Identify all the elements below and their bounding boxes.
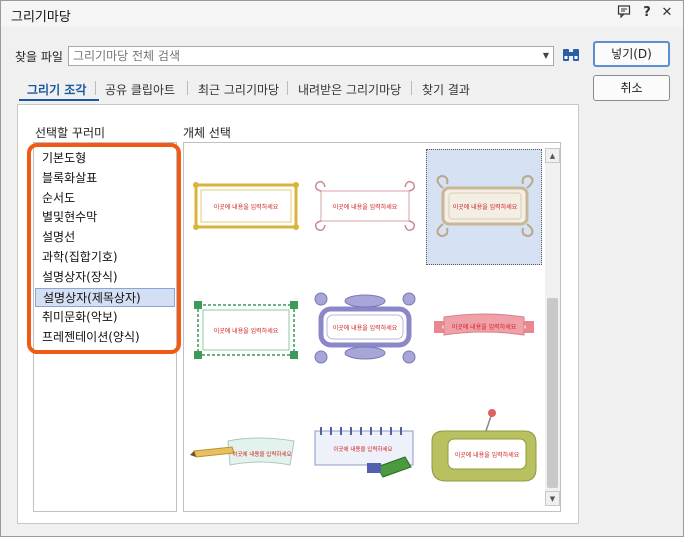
help-icon[interactable]: ? [638,4,656,22]
list-item-selected[interactable]: 설명상자(제목상자) [35,288,175,307]
comment-icon[interactable] [615,4,633,22]
window-title: 그리기마당 [11,10,71,25]
thumb-pink-ribbon[interactable]: 이곳에 내용을 입력하세요 [426,269,542,385]
thumb-pink-scroll[interactable]: 이곳에 내용을 입력하세요 [307,149,423,265]
list-item[interactable]: 과학(집합기호) [42,248,118,267]
dialog-window: 그리기마당 ? ✕ 찾을 파일 ▼ 넣기(D) 취소 그리기 조각 공유 클립아… [0,0,684,537]
list-item[interactable]: 프레젠테이션(양식) [42,328,140,347]
list-item[interactable]: 블록화살표 [42,169,97,188]
search-input[interactable] [69,47,535,65]
tab-divider [187,81,188,95]
cancel-button[interactable]: 취소 [593,75,670,101]
list-item[interactable]: 설명상자(장식) [42,268,118,287]
thumb-gold-frame[interactable]: 이곳에 내용을 입력하세요 [188,149,304,265]
thumb-text: 이곳에 내용을 입력하세요 [333,324,398,332]
category-list[interactable]: 기본도형 블록화살표 순서도 별및현수막 설명선 과학(집합기호) 설명상자(장… [33,142,177,512]
list-item[interactable]: 설명선 [42,228,75,247]
list-item[interactable]: 취미문화(악보) [42,308,118,327]
tab-divider [287,81,288,95]
close-icon[interactable]: ✕ [658,4,676,22]
thumb-text: 이곳에 내용을 입력하세요 [453,203,518,211]
scroll-down-arrow[interactable]: ▼ [545,491,560,506]
search-label: 찾을 파일 [15,50,63,64]
thumb-pencil-banner[interactable]: 이곳에 내용을 입력하세요 [188,391,304,507]
tab-divider [411,81,412,95]
thumb-notepad-crayon[interactable]: 이곳에 내용을 입력하세요 [307,391,423,507]
thumb-text: 이곳에 내용을 입력하세요 [214,327,279,335]
object-section-label: 개체 선택 [183,126,231,140]
binoculars-icon[interactable] [561,45,581,65]
list-item[interactable]: 순서도 [42,189,75,208]
scroll-up-arrow[interactable]: ▲ [545,148,560,163]
list-item[interactable]: 별및현수막 [42,208,97,227]
category-section-label: 선택할 꾸러미 [35,126,106,140]
thumb-text: 이곳에 내용을 입력하세요 [232,450,291,458]
title-bar: 그리기마당 ? ✕ [1,1,683,27]
tab-search-results[interactable]: 찾기 결과 [422,81,470,98]
thumb-tan-ornate-selected[interactable]: 이곳에 내용을 입력하세요 [426,149,542,265]
object-gallery[interactable]: 이곳에 내용을 입력하세요 이곳에 내용을 입력하세요 이곳에 내용을 입력하세… [183,142,561,512]
thumb-text: 이곳에 내용을 입력하세요 [333,445,392,453]
thumb-purple-scroll[interactable]: 이곳에 내용을 입력하세요 [307,269,423,385]
active-tab-indicator [19,99,99,101]
tab-shared-clipart[interactable]: 공유 클립아트 [105,81,175,98]
search-combo[interactable]: ▼ [68,46,554,66]
tab-downloaded[interactable]: 내려받은 그리기마당 [298,81,401,98]
thumb-green-frame[interactable]: 이곳에 내용을 입력하세요 [188,269,304,385]
thumb-text: 이곳에 내용을 입력하세요 [333,203,398,211]
list-item[interactable]: 기본도형 [42,149,86,168]
thumb-text: 이곳에 내용을 입력하세요 [452,323,517,331]
tab-drawing-pieces[interactable]: 그리기 조각 [27,81,86,98]
chevron-down-icon[interactable]: ▼ [539,47,553,65]
gallery-scrollbar[interactable]: ▲ ▼ [545,148,560,506]
thumb-text: 이곳에 내용을 입력하세요 [214,203,279,211]
tab-divider [95,81,96,95]
insert-button[interactable]: 넣기(D) [593,41,670,67]
thumb-text: 이곳에 내용을 입력하세요 [455,451,520,459]
thumb-olive-board[interactable]: 이곳에 내용을 입력하세요 [426,391,542,507]
scroll-thumb[interactable] [547,298,558,488]
tab-recent[interactable]: 최근 그리기마당 [198,81,279,98]
